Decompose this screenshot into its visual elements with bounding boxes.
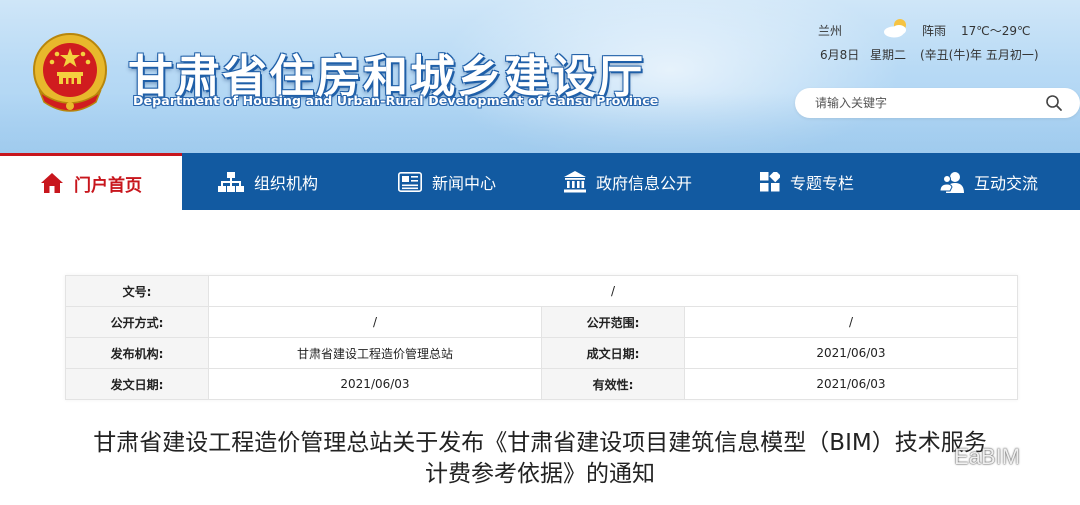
national-emblem-icon[interactable] [30,30,110,116]
document-info-table: 文号: / 公开方式: / 公开范围: / 发布机构: 甘肃省建设工程造价管理总… [65,275,1018,400]
article-title-line2: 计费参考依据》的通知 [425,461,655,487]
grid-icon [760,171,780,191]
article-title: 甘肃省建设工程造价管理总站关于发布《甘肃省建设项目建筑信息模型（BIM）技术服务… [60,428,1020,490]
site-header: 甘肃省住房和城乡建设厅 Department of Housing and Ur… [0,0,1080,153]
nav-label-topics: 专题专栏 [790,173,855,193]
nav-item-gov-info[interactable]: 政府信息公开 [564,153,692,210]
nav-label-organization: 组织机构 [254,173,319,193]
org-chart-icon [218,171,244,192]
search-input[interactable] [815,93,1035,113]
open-method-value: / [208,306,542,338]
open-scope-value: / [684,306,1018,338]
date-lunar: (辛丑(牛)年 五月初一) [920,48,1039,62]
table-row: 公开方式: / 公开范围: / [65,306,1018,338]
nav-label-interaction: 互动交流 [974,173,1039,193]
table-row: 文号: / [65,275,1018,307]
created-date-label: 成文日期: [541,337,685,369]
validity-label: 有效性: [541,368,685,400]
weather-temp: 17℃～29℃ [961,24,1031,38]
date-day: 6月8日 [820,48,860,62]
table-row: 发布机构: 甘肃省建设工程造价管理总站 成文日期: 2021/06/03 [65,337,1018,369]
table-row: 发文日期: 2021/06/03 有效性: 2021/06/03 [65,368,1018,400]
nav-label-news: 新闻中心 [432,173,497,193]
newspaper-icon [398,171,422,192]
created-date-value: 2021/06/03 [684,337,1018,369]
weather-city: 兰州 [818,24,843,38]
users-icon [940,171,964,193]
home-icon [41,173,63,193]
nav-item-topics[interactable]: 专题专栏 [760,153,854,210]
nav-item-news[interactable]: 新闻中心 [398,153,496,210]
wechat-icon [918,445,948,468]
issued-date-label: 发文日期: [65,368,209,400]
nav-item-home[interactable]: 门户首页 [0,153,182,210]
date-weekday: 星期二 [870,48,907,62]
nav-item-organization[interactable]: 组织机构 [218,153,318,210]
search-box [795,88,1080,118]
issuer-value: 甘肃省建设工程造价管理总站 [208,337,542,369]
search-icon[interactable] [1045,94,1063,112]
open-method-label: 公开方式: [65,306,209,338]
issuer-label: 发布机构: [65,337,209,369]
watermark: EaBIM [918,444,1020,470]
doc-no-label: 文号: [65,275,209,307]
main-nav: 门户首页 组织机构 新闻中心 政府信息公开 专题专栏 互动交流 [0,153,1080,210]
validity-value: 2021/06/03 [684,368,1018,400]
watermark-text: EaBIM [954,444,1021,469]
open-scope-label: 公开范围: [541,306,685,338]
article-title-line1: 甘肃省建设工程造价管理总站关于发布《甘肃省建设项目建筑信息模型（BIM）技术服务 [93,430,987,456]
issued-date-value: 2021/06/03 [208,368,542,400]
nav-label-home: 门户首页 [74,175,142,196]
weather-condition: 阵雨 [922,24,947,38]
site-subtitle: Department of Housing and Urban-Rural De… [133,93,659,108]
nav-label-gov-info: 政府信息公开 [596,173,693,193]
government-building-icon [564,170,586,192]
cloud-sun-icon [884,19,906,38]
doc-no-value: / [208,275,1018,307]
nav-item-interaction[interactable]: 互动交流 [940,153,1038,210]
